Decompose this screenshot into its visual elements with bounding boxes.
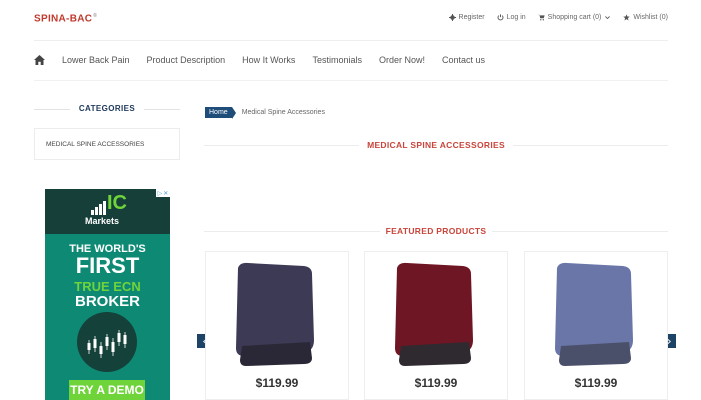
ad-close-button[interactable]: ▷ ✕ bbox=[156, 189, 170, 197]
ad-brand-logo: IC bbox=[107, 192, 127, 214]
nav-how-it-works[interactable]: How It Works bbox=[242, 55, 295, 65]
info-icon: ▷ bbox=[157, 190, 163, 197]
main-nav: Lower Back Pain Product Description How … bbox=[34, 55, 485, 65]
featured-products-heading: FEATURED PRODUCTS bbox=[204, 226, 668, 236]
home-icon bbox=[34, 55, 45, 65]
nav-divider bbox=[34, 80, 668, 81]
site-logo[interactable]: SPINA-BAC® bbox=[34, 13, 97, 24]
ad-header: IC Markets ▷ ✕ bbox=[45, 189, 170, 234]
product-card[interactable]: $119.99 bbox=[524, 251, 668, 400]
product-card[interactable]: $119.99 bbox=[364, 251, 508, 400]
nav-testimonials[interactable]: Testimonials bbox=[312, 55, 362, 65]
category-item-medical-spine-accessories[interactable]: MEDICAL SPINE ACCESSORIES bbox=[34, 128, 180, 160]
breadcrumb-home[interactable]: Home bbox=[205, 107, 236, 119]
nav-lower-back-pain[interactable]: Lower Back Pain bbox=[62, 55, 130, 65]
account-links: Register Log in Shopping cart (0) Wishli… bbox=[448, 14, 668, 21]
breadcrumb: Home Medical Spine Accessories bbox=[205, 107, 325, 119]
back-support-cushion-image[interactable] bbox=[389, 260, 485, 368]
register-link[interactable]: Register bbox=[448, 14, 485, 21]
nav-home[interactable] bbox=[34, 55, 45, 65]
categories-heading: CATEGORIES bbox=[34, 104, 180, 113]
ad-brand-name: Markets bbox=[85, 216, 120, 226]
ad-cta-button[interactable]: TRY A DEMO bbox=[69, 380, 145, 400]
power-icon bbox=[497, 14, 504, 21]
star-icon bbox=[623, 14, 631, 21]
gear-icon bbox=[448, 14, 456, 21]
header-divider bbox=[34, 40, 668, 41]
chevron-down-icon bbox=[605, 16, 611, 20]
login-link[interactable]: Log in bbox=[497, 14, 526, 21]
back-support-cushion-image[interactable] bbox=[549, 260, 645, 368]
ad-headline-4: BROKER bbox=[74, 293, 140, 310]
nav-order-now[interactable]: Order Now! bbox=[379, 55, 425, 65]
ad-candlestick-graphic bbox=[77, 312, 137, 372]
product-price: $119.99 bbox=[414, 376, 458, 390]
breadcrumb-current: Medical Spine Accessories bbox=[241, 109, 325, 116]
cart-link[interactable]: Shopping cart (0) bbox=[537, 14, 612, 21]
nav-product-description[interactable]: Product Description bbox=[147, 55, 226, 65]
advertisement-banner[interactable]: IC Markets ▷ ✕ THE WORLD'S FIRST TRUE ECN… bbox=[45, 189, 170, 400]
ad-headline-3: TRUE ECN bbox=[74, 279, 141, 294]
product-price: $119.99 bbox=[574, 376, 618, 390]
chart-bars-icon bbox=[91, 201, 106, 215]
back-support-cushion-image[interactable] bbox=[230, 260, 326, 368]
wishlist-link[interactable]: Wishlist (0) bbox=[623, 14, 668, 21]
category-page-title: MEDICAL SPINE ACCESSORIES bbox=[204, 140, 668, 150]
product-card[interactable]: $119.99 bbox=[205, 251, 349, 400]
candlestick-icon bbox=[87, 330, 127, 358]
cart-icon bbox=[537, 14, 545, 21]
nav-contact-us[interactable]: Contact us bbox=[442, 55, 485, 65]
ad-headline-2: FIRST bbox=[75, 253, 140, 278]
close-icon: ✕ bbox=[163, 190, 169, 197]
product-price: $119.99 bbox=[255, 376, 299, 390]
